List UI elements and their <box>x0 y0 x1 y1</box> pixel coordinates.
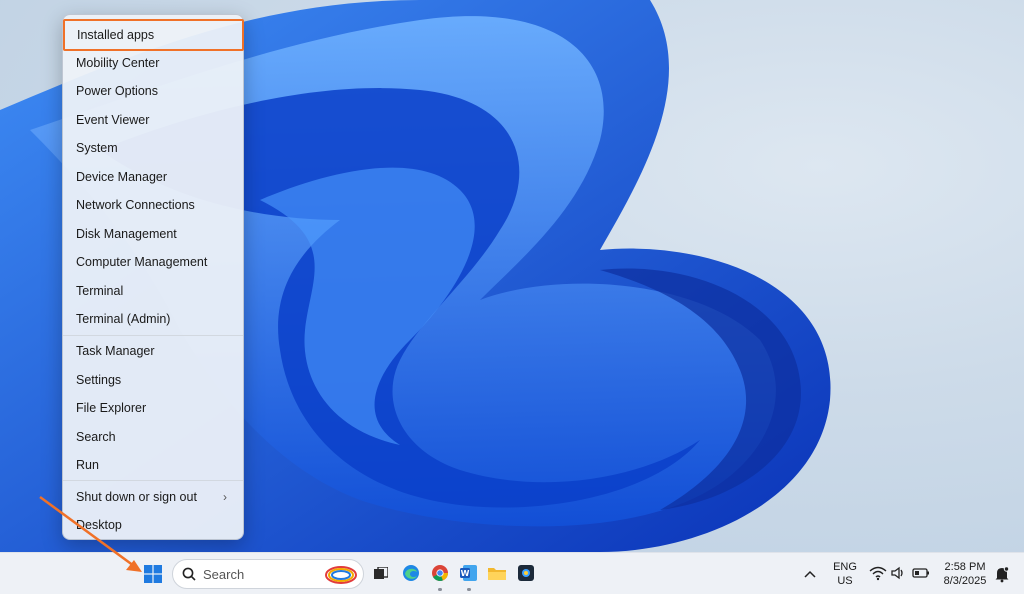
menu-item-network-connections[interactable]: Network Connections <box>67 192 239 218</box>
edge-icon[interactable] <box>401 563 421 583</box>
menu-item-system[interactable]: System <box>67 135 239 161</box>
clock-date: 8/3/2025 <box>943 575 987 587</box>
svg-text:W: W <box>461 569 470 578</box>
menu-item-terminal-admin[interactable]: Terminal (Admin) <box>67 306 239 332</box>
input-language[interactable]: ENG US <box>830 561 860 587</box>
search-placeholder: Search <box>203 567 245 582</box>
file-explorer-icon[interactable] <box>487 563 507 583</box>
menu-item-settings[interactable]: Settings <box>67 367 239 393</box>
menu-item-shut-down[interactable]: Shut down or sign out › <box>67 484 239 510</box>
volume-icon[interactable] <box>890 565 906 581</box>
chevron-right-icon: › <box>223 490 227 504</box>
menu-item-computer-management[interactable]: Computer Management <box>67 249 239 275</box>
search-highlight-icon <box>325 566 357 584</box>
word-running-indicator <box>467 588 471 591</box>
region-code: US <box>837 575 853 587</box>
chrome-running-indicator <box>438 588 442 591</box>
chrome-icon[interactable] <box>430 563 450 583</box>
language-code: ENG <box>833 561 857 573</box>
battery-icon[interactable] <box>912 566 930 580</box>
menu-item-file-explorer[interactable]: File Explorer <box>67 395 239 421</box>
menu-item-terminal[interactable]: Terminal <box>67 278 239 304</box>
clock[interactable]: 2:58 PM 8/3/2025 <box>940 561 990 587</box>
wifi-icon[interactable] <box>869 565 887 581</box>
clock-time: 2:58 PM <box>944 561 986 573</box>
menu-item-disk-management[interactable]: Disk Management <box>67 221 239 247</box>
menu-item-event-viewer[interactable]: Event Viewer <box>67 107 239 133</box>
menu-separator <box>63 335 243 336</box>
winx-context-menu: Installed apps Mobility Center Power Opt… <box>62 14 244 540</box>
photo-app-icon[interactable] <box>516 563 536 583</box>
taskbar: Search W ENG US 2:58 PM 8/3/2025 <box>0 552 1024 594</box>
menu-item-mobility-center[interactable]: Mobility Center <box>67 50 239 76</box>
menu-item-run[interactable]: Run <box>67 452 239 478</box>
menu-item-shut-down-label: Shut down or sign out <box>76 490 197 504</box>
start-icon[interactable] <box>144 565 162 583</box>
menu-separator <box>63 480 243 481</box>
menu-item-installed-apps[interactable]: Installed apps <box>63 19 244 51</box>
menu-item-task-manager[interactable]: Task Manager <box>67 338 239 364</box>
chevron-up-icon[interactable] <box>803 567 817 581</box>
menu-item-power-options[interactable]: Power Options <box>67 78 239 104</box>
menu-item-device-manager[interactable]: Device Manager <box>67 164 239 190</box>
notification-icon[interactable] <box>994 565 1010 583</box>
search-icon <box>182 567 196 581</box>
taskbar-search-box[interactable]: Search <box>172 559 364 589</box>
menu-item-search[interactable]: Search <box>67 424 239 450</box>
menu-item-desktop[interactable]: Desktop <box>67 512 239 538</box>
task-view-icon[interactable] <box>374 567 388 581</box>
word-icon[interactable]: W <box>459 563 479 583</box>
